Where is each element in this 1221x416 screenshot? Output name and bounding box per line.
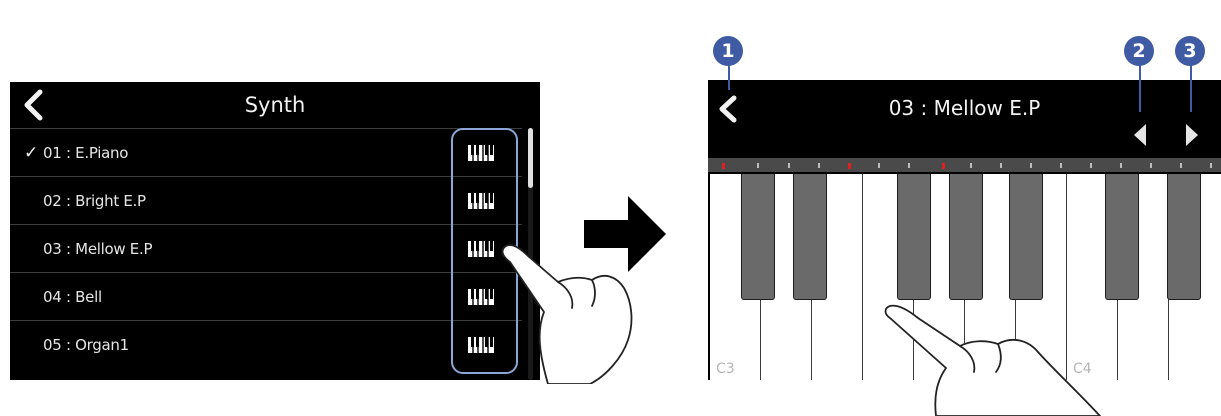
black-key-c-sharp4[interactable] bbox=[1105, 174, 1139, 300]
callout-2: 2 bbox=[1124, 36, 1154, 66]
preset-item-label: 03 : Mellow E.P bbox=[43, 240, 153, 258]
callout-3-leader bbox=[1190, 60, 1192, 112]
preset-item-label: 05 : Organ1 bbox=[43, 336, 129, 354]
keyboard-icon[interactable] bbox=[466, 286, 498, 308]
black-key-g-sharp3[interactable] bbox=[949, 174, 983, 300]
range-markers bbox=[722, 163, 1212, 169]
preset-item-label: 02 : Bright E.P bbox=[43, 192, 146, 210]
callout-3: 3 bbox=[1175, 36, 1205, 66]
preset-item-label: 04 : Bell bbox=[43, 288, 102, 306]
black-key-c-sharp3[interactable] bbox=[741, 174, 775, 300]
preset-item-01[interactable]: ✓ 01 : E.Piano bbox=[10, 128, 522, 177]
callout-2-leader bbox=[1139, 60, 1141, 112]
piano-keyboard: C3 C4 bbox=[708, 174, 1221, 380]
triangle-left-icon[interactable] bbox=[1130, 120, 1150, 150]
keyboard-icon[interactable] bbox=[466, 334, 498, 356]
black-key-d-sharp4[interactable] bbox=[1167, 174, 1201, 300]
note-label-c3: C3 bbox=[716, 361, 735, 377]
synth-preset-screen: Synth ✓ 01 : E.Piano 02 : Bright E.P 03 … bbox=[10, 82, 540, 380]
keyboard-icon[interactable] bbox=[466, 190, 498, 212]
synth-header: Synth bbox=[10, 82, 540, 128]
black-key-f-sharp3[interactable] bbox=[897, 174, 931, 300]
keyboard-range-strip[interactable] bbox=[708, 158, 1221, 172]
arrow-right-icon bbox=[584, 196, 666, 272]
keyboard-icon[interactable] bbox=[466, 238, 498, 260]
scrollbar-thumb[interactable] bbox=[528, 128, 533, 188]
triangle-right-icon[interactable] bbox=[1182, 120, 1202, 150]
preset-list: ✓ 01 : E.Piano 02 : Bright E.P 03 : Mell… bbox=[10, 128, 540, 380]
black-key-d-sharp3[interactable] bbox=[793, 174, 827, 300]
chevron-left-icon[interactable] bbox=[716, 94, 740, 124]
note-label-c4: C4 bbox=[1073, 361, 1092, 377]
preset-item-03[interactable]: 03 : Mellow E.P bbox=[10, 224, 522, 273]
synth-title: Synth bbox=[244, 93, 306, 117]
chevron-left-icon[interactable] bbox=[20, 88, 46, 122]
black-key-a-sharp3[interactable] bbox=[1009, 174, 1043, 300]
selected-check-icon: ✓ bbox=[24, 143, 39, 163]
preset-item-04[interactable]: 04 : Bell bbox=[10, 272, 522, 321]
preset-item-02[interactable]: 02 : Bright E.P bbox=[10, 176, 522, 225]
preset-item-05[interactable]: 05 : Organ1 bbox=[10, 320, 522, 369]
callout-1: 1 bbox=[713, 36, 743, 66]
keyboard-icon[interactable] bbox=[466, 142, 498, 164]
keyboard-screen: 03 : Mellow E.P C3 C4 bbox=[708, 80, 1221, 380]
preset-item-label: 01 : E.Piano bbox=[43, 144, 129, 162]
